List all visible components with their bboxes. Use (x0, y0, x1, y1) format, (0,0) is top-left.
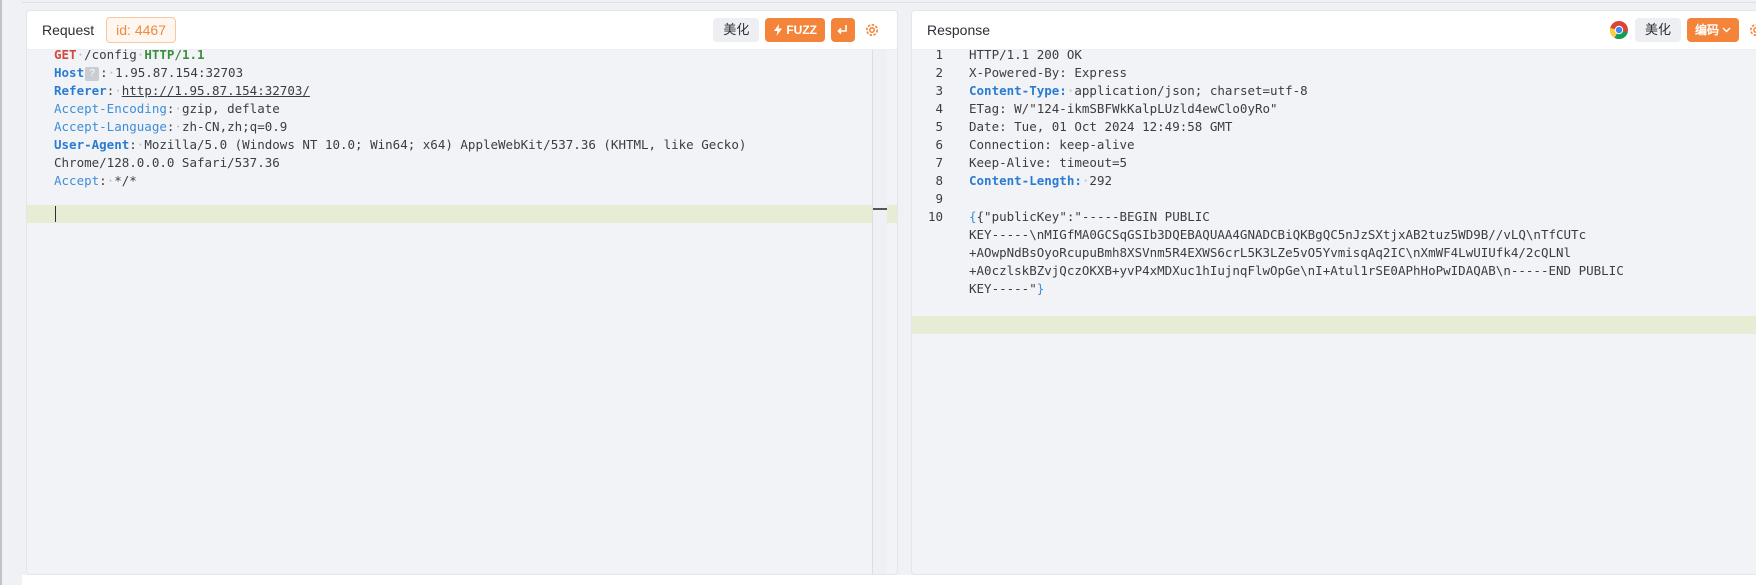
request-line-3: Referer:·http://1.95.87.154:32703/ (54, 83, 310, 98)
response-body-line-c: +AOwpNdBsOyoRcupuBmh8XSVnm5R4EXWS6crL5K3… (969, 245, 1572, 260)
request-header: Request id: 4467 美化 FUZZ (27, 11, 897, 50)
response-settings-button[interactable] (1745, 19, 1756, 41)
chrome-icon (1609, 21, 1628, 39)
wrap-toggle-button[interactable] (831, 18, 855, 42)
referer-link[interactable]: http://1.95.87.154:32703/ (122, 83, 310, 98)
response-editor[interactable]: 1 2 3 4 5 6 7 8 9 10 HTTP/1.1 200 OK X-P… (912, 47, 1756, 574)
line-number: 10 (927, 209, 943, 224)
request-title: Request (42, 22, 95, 38)
request-beautify-button[interactable]: 美化 (713, 18, 760, 42)
fuzz-button[interactable]: FUZZ (765, 18, 825, 42)
response-line-7: Keep-Alive: timeout=5 (969, 155, 1128, 170)
request-panel: Request id: 4467 美化 FUZZ GET·/config·HTT… (26, 10, 898, 575)
fuzz-label: FUZZ (786, 23, 817, 37)
top-divider (22, 2, 1756, 3)
encoding-dropdown[interactable]: 编码 (1686, 18, 1739, 42)
current-line-highlight (912, 316, 1756, 334)
window-edge (0, 0, 2, 585)
response-body-line-a: {{"publicKey":"-----BEGIN PUBLIC (969, 209, 1210, 224)
scroll-thumb[interactable] (873, 208, 887, 210)
line-number: 9 (935, 191, 943, 206)
request-line-5: Accept-Language:·zh-CN,zh;q=0.9 (54, 119, 288, 134)
gear-icon (866, 24, 878, 36)
response-line-5: Date: Tue, 01 Oct 2024 12:49:58 GMT (969, 119, 1233, 134)
request-toolbar: 美化 FUZZ (713, 18, 883, 42)
line-number: 7 (935, 155, 943, 170)
chevron-down-icon (1722, 27, 1731, 33)
line-number: 3 (935, 83, 943, 98)
gear-icon (1750, 24, 1756, 36)
request-line-8: Accept:·*/* (54, 173, 137, 188)
line-number: 8 (935, 173, 943, 188)
request-line-4: Accept-Encoding:·gzip, deflate (54, 101, 280, 116)
host-hint-icon[interactable]: ? (85, 66, 100, 81)
lightning-icon (774, 24, 783, 36)
response-header: Response 美化 编码 (912, 11, 1756, 50)
line-number: 5 (935, 119, 943, 134)
wrap-icon (837, 25, 847, 35)
line-number: 1 (935, 47, 943, 62)
bottom-strip (22, 575, 1756, 585)
request-line-2: Host?:·1.95.87.154:32703 (54, 65, 244, 81)
request-settings-button[interactable] (861, 19, 883, 41)
response-line-3: Content-Type:·application/json; charset=… (969, 83, 1308, 98)
response-line-8: Content-Length:·292 (969, 173, 1112, 188)
chrome-button[interactable] (1609, 20, 1629, 40)
response-body-line-b: KEY-----\nMIGfMA0GCSqGSIb3DQEBAQUAA4GNAD… (969, 227, 1587, 242)
request-editor[interactable]: GET·/config·HTTP/1.1 Host?:·1.95.87.154:… (27, 47, 897, 574)
request-id-badge: id: 4467 (106, 17, 176, 43)
request-line-1: GET·/config·HTTP/1.1 (54, 47, 205, 62)
response-body-line-e: KEY-----"} (969, 281, 1045, 296)
request-scrollbar[interactable] (872, 50, 887, 574)
response-status-line: HTTP/1.1 200 OK (969, 47, 1082, 62)
text-caret (55, 206, 56, 222)
request-line-6: User-Agent:·Mozilla/5.0 (Windows NT 10.0… (54, 137, 747, 152)
encoding-label: 编码 (1694, 23, 1719, 37)
response-title: Response (927, 22, 991, 38)
response-line-6: Connection: keep-alive (969, 137, 1135, 152)
response-beautify-button[interactable]: 美化 (1634, 18, 1681, 42)
response-line-4: ETag: W/"124-ikmSBFWkKalpLUzld4ewClo0yRo… (969, 101, 1278, 116)
line-number: 4 (935, 101, 943, 116)
line-number: 6 (935, 137, 943, 152)
response-panel: Response 美化 编码 1 2 3 4 5 6 7 8 9 10 HTTP… (911, 10, 1756, 575)
response-toolbar: 美化 编码 (1609, 18, 1756, 42)
response-body-line-d: +A0czlskBZvjQczOKXB+yvP4xMDXuc1hIujnqFlw… (969, 263, 1624, 278)
line-number: 2 (935, 65, 943, 80)
current-line-highlight (27, 205, 897, 223)
request-line-7: Chrome/128.0.0.0 Safari/537.36 (54, 155, 280, 170)
response-line-2: X-Powered-By: Express (969, 65, 1128, 80)
